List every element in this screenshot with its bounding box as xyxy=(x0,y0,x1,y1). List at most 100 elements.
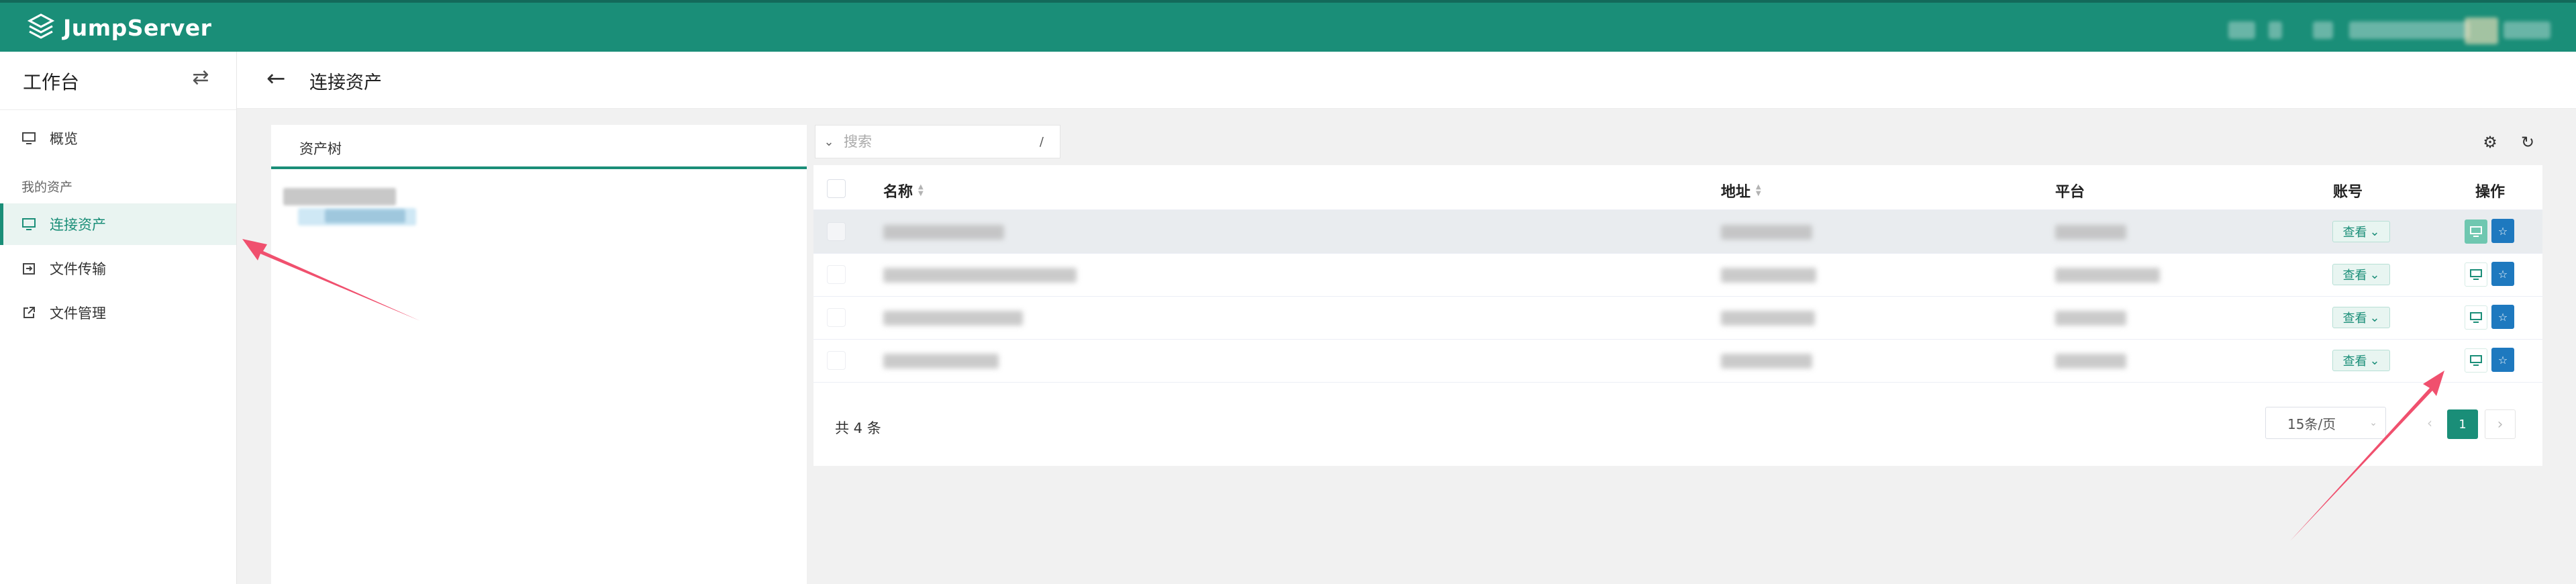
tree-node-child-label xyxy=(325,209,405,223)
view-accounts-button[interactable]: 查看 ⌄ xyxy=(2332,264,2390,285)
page-size-value: 15条/页 xyxy=(2287,416,2336,432)
row-checkbox[interactable] xyxy=(827,351,846,370)
header-account-blurred[interactable] xyxy=(2504,21,2550,39)
monitor-icon xyxy=(21,131,36,146)
chevron-left-icon: ‹ xyxy=(2427,415,2432,431)
settings-gear-icon[interactable]: ⚙ xyxy=(2479,132,2501,153)
desktop-icon xyxy=(2470,269,2482,280)
asset-address-blurred xyxy=(1721,311,1815,326)
star-icon: ☆ xyxy=(2497,224,2508,238)
connect-button[interactable] xyxy=(2465,305,2487,330)
favorite-button[interactable]: ☆ xyxy=(2491,219,2514,243)
chevron-down-icon: ⌄ xyxy=(2369,310,2380,325)
view-label: 查看 xyxy=(2342,226,2367,240)
org-selector-blurred[interactable] xyxy=(2269,21,2282,39)
asset-table-panel: ⌄ / ⚙ ↻ 名称 ▲▼ 地址 ▲▼ 平台 账号 操作 查看⌄ xyxy=(813,125,2542,466)
star-icon: ☆ xyxy=(2497,310,2508,324)
table-row[interactable]: 查看 ⌄ ☆ xyxy=(813,296,2542,340)
connect-button[interactable] xyxy=(2465,220,2487,244)
next-page-button[interactable]: › xyxy=(2485,409,2516,439)
page-size-select[interactable]: 15条/页 ⌄ xyxy=(2265,407,2386,439)
column-label: 名称 xyxy=(883,184,913,201)
table-row[interactable]: 查看 ⌄ ☆ xyxy=(813,210,2542,254)
sidebar-item-label: 连接资产 xyxy=(50,217,106,233)
avatar[interactable] xyxy=(2465,17,2498,44)
select-all-checkbox[interactable] xyxy=(827,179,846,198)
app-logo-text: JumpServer xyxy=(63,14,212,41)
view-label: 查看 xyxy=(2342,354,2367,369)
favorite-button[interactable]: ☆ xyxy=(2491,348,2514,372)
page-header: ← 连接资产 xyxy=(237,52,2576,109)
switch-view-icon[interactable]: ⇄ xyxy=(189,66,212,89)
sidebar-item-file-management[interactable]: 文件管理 xyxy=(0,292,236,334)
header-item-blurred[interactable] xyxy=(2313,21,2333,39)
connect-button[interactable] xyxy=(2465,348,2487,373)
sidebar-item-file-transfer[interactable]: 文件传输 xyxy=(0,248,236,289)
search-input[interactable] xyxy=(842,133,1020,150)
view-accounts-button[interactable]: 查看 ⌄ xyxy=(2332,221,2390,242)
favorite-button[interactable]: ☆ xyxy=(2491,262,2514,286)
column-label: 地址 xyxy=(1721,184,1751,201)
chevron-down-icon[interactable]: ⌄ xyxy=(815,135,842,149)
tab-asset-tree[interactable]: 资产树 xyxy=(271,125,807,169)
asset-platform-blurred xyxy=(2055,354,2126,369)
sort-icon[interactable]: ▲ ▼ xyxy=(918,184,924,197)
refresh-icon[interactable]: ↻ xyxy=(2517,132,2538,153)
chevron-right-icon: › xyxy=(2497,416,2504,433)
user-menu-blurred[interactable] xyxy=(2228,21,2255,39)
row-checkbox[interactable] xyxy=(827,265,846,284)
sidebar-item-overview[interactable]: 概览 xyxy=(0,117,236,159)
column-label: 平台 xyxy=(2055,184,2085,201)
column-header-platform: 平台 xyxy=(2055,180,2085,201)
view-accounts-button[interactable]: 查看 ⌄ xyxy=(2332,350,2390,371)
sidebar-item-label: 文件管理 xyxy=(50,305,106,322)
desktop-icon xyxy=(2470,226,2482,237)
search-shortcut-hint: / xyxy=(1039,134,1044,149)
asset-address-blurred xyxy=(1721,225,1812,240)
sidebar-divider xyxy=(0,109,236,110)
table-row[interactable]: 查看 ⌄ ☆ xyxy=(813,253,2542,297)
column-header-address[interactable]: 地址 ▲ ▼ xyxy=(1721,180,1761,201)
file-transfer-icon xyxy=(21,261,36,276)
star-icon: ☆ xyxy=(2497,353,2508,367)
connect-button[interactable] xyxy=(2465,262,2487,287)
sidebar: 工作台 ⇄ 概览 我的资产 连接资产 文件传输 文件管理 xyxy=(0,52,237,584)
search-box[interactable]: ⌄ / xyxy=(815,125,1060,158)
asset-name-blurred[interactable] xyxy=(883,268,1077,283)
asset-name-blurred[interactable] xyxy=(883,354,999,369)
chevron-down-icon: ⌄ xyxy=(2369,418,2377,428)
back-arrow-icon[interactable]: ← xyxy=(266,65,286,92)
total-count: 共 4 条 xyxy=(835,420,881,436)
row-checkbox[interactable] xyxy=(827,222,846,241)
tree-node-root[interactable] xyxy=(283,188,396,205)
column-header-name[interactable]: 名称 ▲ ▼ xyxy=(883,180,924,201)
sort-icon[interactable]: ▲ ▼ xyxy=(1756,184,1761,197)
column-header-account: 账号 xyxy=(2333,180,2363,201)
view-accounts-button[interactable]: 查看 ⌄ xyxy=(2332,307,2390,328)
column-header-actions: 操作 xyxy=(2475,180,2505,201)
sidebar-item-connect-assets[interactable]: 连接资产 xyxy=(0,203,236,245)
header-user-name-blurred[interactable] xyxy=(2349,21,2470,39)
page-number-current[interactable]: 1 xyxy=(2447,409,2478,439)
asset-name-blurred[interactable] xyxy=(883,225,1004,240)
row-checkbox[interactable] xyxy=(827,308,846,327)
app-logo[interactable]: JumpServer xyxy=(26,12,211,43)
asset-tree-panel: 资产树 xyxy=(271,125,807,584)
desktop-icon xyxy=(2470,312,2482,323)
desktop-icon xyxy=(21,217,36,232)
asset-platform-blurred xyxy=(2055,268,2160,283)
view-label: 查看 xyxy=(2342,269,2367,283)
column-label: 账号 xyxy=(2333,184,2363,201)
external-link-icon xyxy=(21,305,36,320)
asset-address-blurred xyxy=(1721,354,1812,369)
sidebar-item-label: 文件传输 xyxy=(50,261,106,277)
table-row[interactable]: 查看 ⌄ ☆ xyxy=(813,339,2542,383)
column-label: 操作 xyxy=(2475,184,2506,201)
chevron-down-icon: ⌄ xyxy=(2369,353,2380,368)
asset-name-blurred[interactable] xyxy=(883,311,1023,326)
prev-page-button[interactable]: ‹ xyxy=(2416,407,2443,439)
asset-platform-blurred xyxy=(2055,311,2126,326)
table-toolbar: ⌄ / ⚙ ↻ xyxy=(813,125,2542,165)
favorite-button[interactable]: ☆ xyxy=(2491,305,2514,329)
top-bar: JumpServer xyxy=(0,0,2576,52)
